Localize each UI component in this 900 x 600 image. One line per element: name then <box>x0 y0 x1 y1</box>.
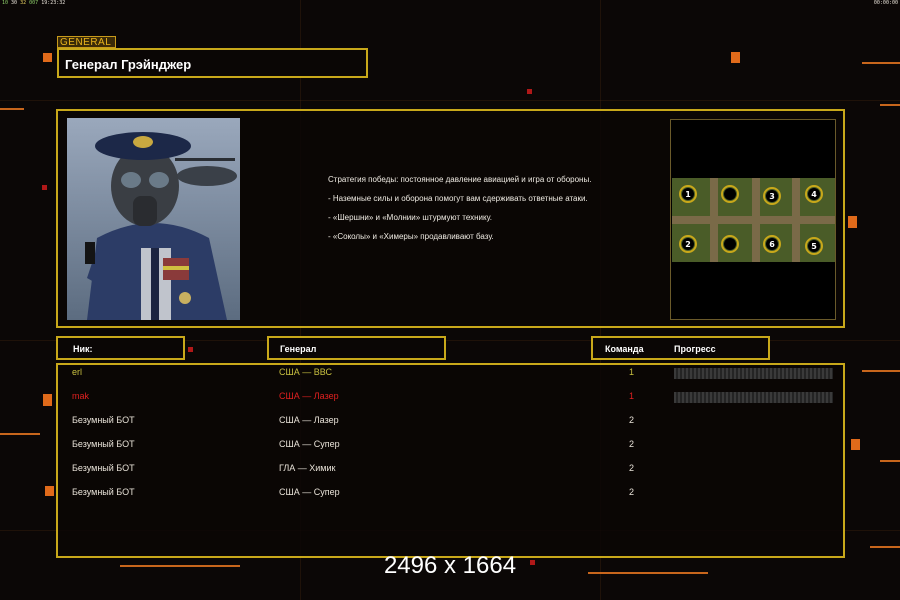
general-portrait <box>67 118 240 320</box>
header-nick-label: Ник: <box>73 344 93 354</box>
player-team: 2 <box>628 415 634 425</box>
description-line: - Наземные силы и оборона помогут вам сд… <box>328 194 588 203</box>
pilot-portrait-image <box>67 118 240 320</box>
player-team: 2 <box>628 487 634 497</box>
map-terrain: 1 3 4 2 6 5 <box>672 178 835 262</box>
player-general: США — ВВС <box>279 367 332 377</box>
description-line: Стратегия победы: постоянное давление ав… <box>328 175 592 184</box>
description-line: - «Соколы» и «Химеры» продавливают базу. <box>328 232 494 241</box>
player-team: 2 <box>628 439 634 449</box>
status-value: 10 <box>2 0 9 6</box>
general-title-box: Генерал Грэйнджер <box>57 48 368 78</box>
player-general: США — Супер <box>279 487 340 497</box>
start-position-3[interactable]: 3 <box>769 192 775 201</box>
header-team-progress: Команда Прогресс <box>591 336 770 360</box>
player-general: США — Лазер <box>279 415 339 425</box>
player-nick: Безумный БОТ <box>72 463 135 473</box>
start-position-5[interactable]: 5 <box>811 242 817 251</box>
status-value: 30 <box>11 0 18 6</box>
status-value: 007 <box>29 0 39 6</box>
header-general-label: Генерал <box>280 344 317 354</box>
player-row[interactable]: Безумный БОТ США — Супер 2 <box>0 487 900 501</box>
player-progress-bar <box>674 368 833 379</box>
minimap: 1 3 4 2 6 5 <box>670 119 836 320</box>
status-bar: 10 30 32 007 19:23:32 00:00:00 <box>0 0 900 8</box>
game-timer: 00:00:00 <box>873 0 898 6</box>
header-progress-label: Прогресс <box>674 344 716 354</box>
player-progress-bar <box>674 392 833 403</box>
player-general: США — Лазер <box>279 391 339 401</box>
player-general: ГЛА — Химик <box>279 463 336 473</box>
player-row[interactable]: Безумный БОТ США — Лазер 2 <box>0 415 900 429</box>
start-position-4[interactable]: 4 <box>811 190 817 199</box>
start-position-6[interactable]: 6 <box>769 240 775 249</box>
strategy-description: Стратегия победы: постоянное давление ав… <box>328 175 600 251</box>
status-left: 10 30 32 007 19:23:32 <box>2 0 65 6</box>
resolution-watermark: 2496 x 1664 <box>383 552 517 579</box>
player-team: 2 <box>628 463 634 473</box>
player-row[interactable]: erl США — ВВС 1 <box>0 367 900 381</box>
status-value: 32 <box>20 0 27 6</box>
map-preview: 1 3 4 2 6 5 <box>672 178 835 262</box>
player-row[interactable]: Безумный БОТ ГЛА — Химик 2 <box>0 463 900 477</box>
player-nick: Безумный БОТ <box>72 439 135 449</box>
description-line: - «Шершни» и «Молнии» штурмуют технику. <box>328 213 492 222</box>
player-nick: Безумный БОТ <box>72 487 135 497</box>
player-row[interactable]: mak США — Лазер 1 <box>0 391 900 405</box>
player-team: 1 <box>628 391 634 401</box>
player-nick: erl <box>72 367 83 377</box>
header-general: Генерал <box>267 336 446 360</box>
header-nick: Ник: <box>56 336 185 360</box>
player-general: США — Супер <box>279 439 340 449</box>
header-team-label: Команда <box>605 344 644 354</box>
start-position-1[interactable]: 1 <box>685 190 691 199</box>
player-team: 1 <box>628 367 634 377</box>
player-nick: Безумный БОТ <box>72 415 135 425</box>
general-name: Генерал Грэйнджер <box>65 57 192 72</box>
general-tag: GENERAL <box>57 36 116 48</box>
player-nick: mak <box>72 391 90 401</box>
player-row[interactable]: Безумный БОТ США — Супер 2 <box>0 439 900 453</box>
status-clock: 19:23:32 <box>41 0 66 6</box>
start-position-2[interactable]: 2 <box>685 240 691 249</box>
